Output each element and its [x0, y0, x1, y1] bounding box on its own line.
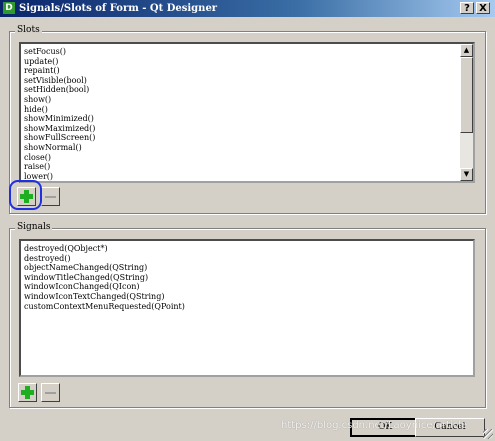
signal-list-item[interactable]: customContextMenuRequested(QPoint): [24, 302, 185, 312]
slots-scrollbar[interactable]: ▲ ▼: [460, 44, 473, 181]
remove-signal-button[interactable]: [41, 383, 60, 402]
slot-list-item[interactable]: raise(): [24, 162, 95, 172]
highlight-circle: [9, 180, 42, 210]
remove-slot-button[interactable]: [41, 187, 60, 206]
scroll-up-arrow-icon[interactable]: ▲: [460, 44, 473, 57]
add-signal-button[interactable]: [18, 383, 37, 402]
scroll-thumb[interactable]: [460, 57, 473, 133]
designer-app-icon: D: [3, 2, 15, 14]
signals-list[interactable]: destroyed(QObject*) destroyed() objectName…: [19, 239, 475, 377]
slot-list-item[interactable]: repaint(): [24, 66, 95, 76]
slot-list-item[interactable]: close(): [24, 153, 95, 163]
slots-items: setFocus() update() repaint() setVisible(bo…: [24, 47, 95, 181]
signal-list-item[interactable]: windowIconChanged(QIcon): [24, 282, 185, 292]
slot-list-item[interactable]: showMaximized(): [24, 124, 95, 134]
help-button[interactable]: ?: [460, 2, 474, 14]
minus-icon: [45, 392, 56, 394]
close-button[interactable]: X: [476, 2, 490, 14]
signals-group-label: Signals: [15, 222, 53, 233]
title-bar: D Signals/Slots of Form - Qt Designer ? …: [0, 0, 495, 17]
signal-list-item[interactable]: objectNameChanged(QString): [24, 263, 185, 273]
watermark-text: https://blog.csdn.net/Laoynice/article: [281, 420, 468, 431]
resize-grip-icon[interactable]: [483, 429, 493, 439]
slot-list-item[interactable]: showNormal(): [24, 143, 95, 153]
signal-list-item[interactable]: destroyed(QObject*): [24, 244, 185, 254]
signal-list-item[interactable]: destroyed(): [24, 254, 185, 264]
slot-list-item[interactable]: showFullScreen(): [24, 133, 95, 143]
minus-icon: [45, 196, 56, 198]
plus-icon: [21, 386, 34, 399]
slot-list-item[interactable]: showMinimized(): [24, 114, 95, 124]
signal-list-item[interactable]: windowIconTextChanged(QString): [24, 292, 185, 302]
slot-list-item[interactable]: setVisible(bool): [24, 76, 95, 86]
slot-list-item[interactable]: hide(): [24, 105, 95, 115]
slot-list-item[interactable]: show(): [24, 95, 95, 105]
slot-list-item[interactable]: update(): [24, 57, 95, 67]
window-title: Signals/Slots of Form - Qt Designer: [19, 3, 218, 14]
slot-list-item[interactable]: setFocus(): [24, 47, 95, 57]
signals-items: destroyed(QObject*) destroyed() objectName…: [24, 244, 185, 311]
slots-group-label: Slots: [15, 25, 42, 36]
scroll-down-arrow-icon[interactable]: ▼: [460, 168, 473, 181]
slots-list[interactable]: setFocus() update() repaint() setVisible(bo…: [19, 42, 475, 183]
signal-list-item[interactable]: windowTitleChanged(QString): [24, 273, 185, 283]
slot-list-item[interactable]: setHidden(bool): [24, 85, 95, 95]
